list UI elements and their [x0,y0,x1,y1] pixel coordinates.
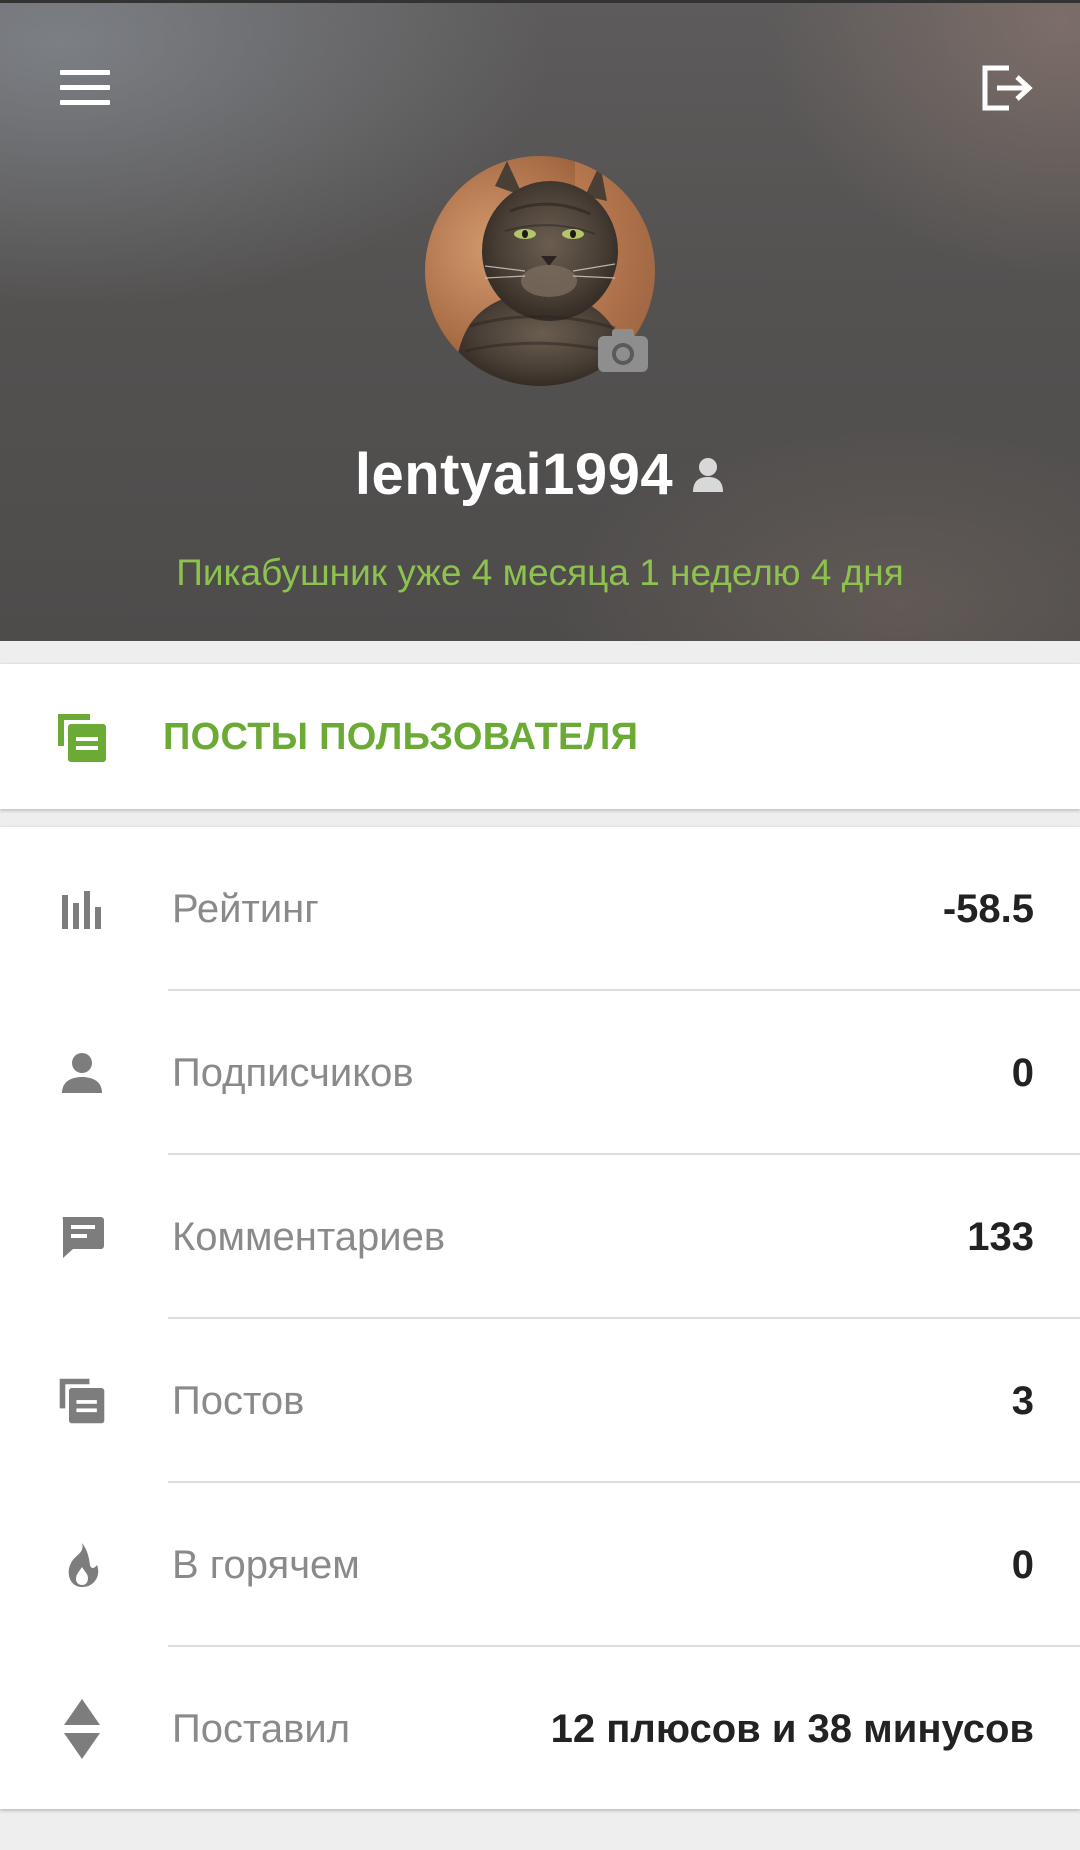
stat-value: -58.5 [942,887,1034,931]
stat-row-subscribers: Подписчиков 0 [0,991,1080,1155]
user-status-icon [691,456,725,494]
stat-row-comments: Комментариев 133 [0,1155,1080,1319]
profile-header: lentyai1994 Пикабушник уже 4 месяца 1 не… [0,0,1080,641]
stat-label: Поставил [172,1707,351,1751]
stat-value: 12 плюсов и 38 минусов [550,1707,1034,1751]
change-avatar-button[interactable] [595,326,651,376]
stat-label: В горячем [172,1543,360,1587]
stat-row-hot: В горячем 0 [0,1483,1080,1647]
username: lentyai1994 [354,442,674,507]
user-posts-button[interactable]: ПОСТЫ ПОЛЬЗОВАТЕЛЯ [0,664,1080,809]
stat-row-posts: Постов 3 [0,1319,1080,1483]
stat-value: 133 [967,1215,1034,1259]
stat-label: Рейтинг [172,887,319,931]
stats-list: Рейтинг -58.5 Подписчиков 0 Комментариев… [0,827,1080,1809]
stat-value: 0 [1011,1051,1034,1095]
avatar-container[interactable] [425,156,655,386]
up-down-arrows-icon [54,1699,110,1759]
stat-label: Подписчиков [172,1051,414,1095]
tenure-text: Пикабушник уже 4 месяца 1 неделю 4 дня [176,552,904,593]
hamburger-menu-button[interactable] [45,48,125,128]
stat-label: Постов [172,1379,305,1423]
stat-row-votes: Поставил 12 плюсов и 38 минусов [0,1647,1080,1811]
logout-button[interactable] [968,48,1048,128]
stat-value: 3 [1011,1379,1034,1423]
person-icon [54,1043,110,1103]
stat-value: 0 [1011,1543,1034,1587]
bar-chart-icon [54,879,110,939]
posts-stack-icon [54,1371,110,1431]
flame-icon [54,1535,110,1595]
posts-stack-icon [54,710,110,766]
hamburger-menu-icon [60,70,110,105]
comment-icon [54,1207,110,1267]
username-row: lentyai1994 [0,435,1080,515]
camera-icon [598,329,648,372]
user-posts-label: ПОСТЫ ПОЛЬЗОВАТЕЛЯ [163,716,639,758]
stat-label: Комментариев [172,1215,446,1259]
stat-row-rating: Рейтинг -58.5 [0,827,1080,991]
logout-icon [982,65,1033,111]
